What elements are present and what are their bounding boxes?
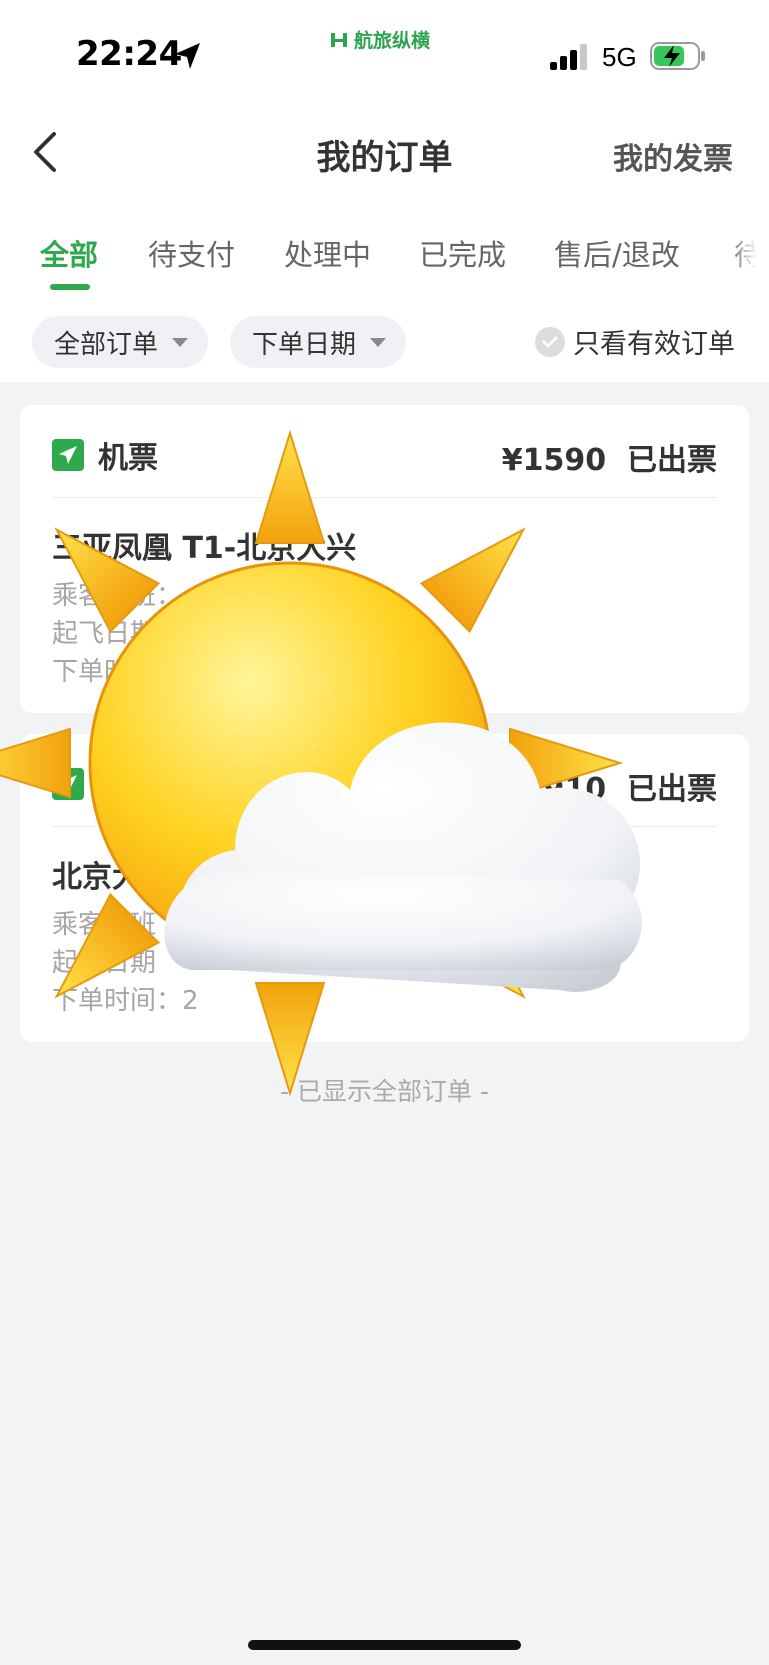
brand-logo-icon bbox=[331, 32, 347, 47]
valid-orders-label: 只看有效订单 bbox=[573, 329, 735, 360]
battery-charging-icon bbox=[650, 42, 705, 70]
checkmark-circle-icon bbox=[535, 326, 565, 357]
tabs-fade bbox=[729, 224, 769, 284]
order-type-filter[interactable]: 全部订单 bbox=[32, 316, 209, 368]
home-indicator[interactable] bbox=[248, 1640, 521, 1650]
order-tabs: 全部 待支付 处理中 已完成 售后/退改 待 bbox=[0, 224, 769, 294]
order-date-filter-label: 下单日期 bbox=[252, 329, 357, 360]
my-invoice-link[interactable]: 我的发票 bbox=[613, 134, 733, 178]
sun-behind-cloud-icon bbox=[0, 429, 642, 1097]
order-date-filter[interactable]: 下单日期 bbox=[230, 316, 407, 368]
order-type-filter-label: 全部订单 bbox=[54, 329, 159, 360]
tab-processing[interactable]: 处理中 bbox=[284, 232, 371, 274]
tab-active-indicator bbox=[50, 284, 90, 290]
tab-pending-payment[interactable]: 待支付 bbox=[148, 232, 235, 274]
caret-down-icon bbox=[172, 337, 189, 347]
status-time: 22:24 bbox=[76, 34, 182, 74]
valid-orders-toggle[interactable]: 只看有效订单 bbox=[535, 322, 735, 361]
tab-after-sales[interactable]: 售后/退改 bbox=[554, 232, 680, 274]
brand-label: 航旅纵横 bbox=[328, 26, 430, 53]
network-label: 5G bbox=[602, 42, 637, 72]
signal-icon bbox=[550, 44, 587, 70]
tab-completed[interactable]: 已完成 bbox=[419, 232, 506, 274]
caret-down-icon bbox=[370, 337, 387, 347]
tab-all[interactable]: 全部 bbox=[40, 232, 98, 274]
brand-text: 航旅纵横 bbox=[354, 30, 431, 52]
location-arrow-icon bbox=[175, 43, 200, 69]
